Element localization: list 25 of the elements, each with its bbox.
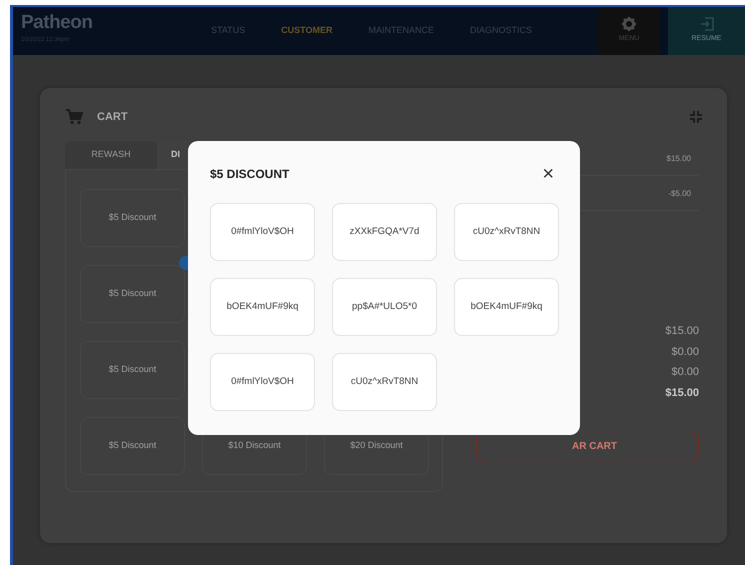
discount-button[interactable]: $5 Discount <box>80 341 185 399</box>
discount-button[interactable]: $5 Discount <box>80 417 185 475</box>
gear-icon <box>622 17 636 32</box>
code-button[interactable]: bOEK4mUF#9kq <box>454 278 559 336</box>
code-button[interactable]: 0#fmlYloV$OH <box>210 353 315 411</box>
code-button[interactable]: bOEK4mUF#9kq <box>210 278 315 336</box>
code-button[interactable]: 0#fmlYloV$OH <box>210 203 315 261</box>
code-button[interactable]: zXXkFGQA*V7d <box>332 203 437 261</box>
logo: Patheon <box>21 13 94 32</box>
tab[interactable]: REWASH <box>65 141 157 169</box>
total-amount: $0.00 <box>671 365 699 380</box>
discount-button[interactable]: $5 Discount <box>80 189 185 247</box>
total-amount: $15.00 <box>665 324 699 339</box>
code-button[interactable]: pp$A#*ULO5*0 <box>332 278 437 336</box>
collapse-icon[interactable] <box>690 111 702 123</box>
total-amount: $15.00 <box>665 386 699 400</box>
discount-button[interactable]: $5 Discount <box>80 265 185 323</box>
dialog-title: $5 DISCOUNT <box>210 166 290 183</box>
cart-title: CART <box>97 110 128 125</box>
total-amount: $0.00 <box>671 344 699 360</box>
cart-icon <box>65 109 83 125</box>
nav-tab[interactable]: CUSTOMER <box>263 24 351 38</box>
code-button[interactable]: cU0z^xRvT8NN <box>332 353 437 411</box>
exit-icon <box>700 17 714 32</box>
code-button[interactable]: cU0z^xRvT8NN <box>454 203 559 261</box>
